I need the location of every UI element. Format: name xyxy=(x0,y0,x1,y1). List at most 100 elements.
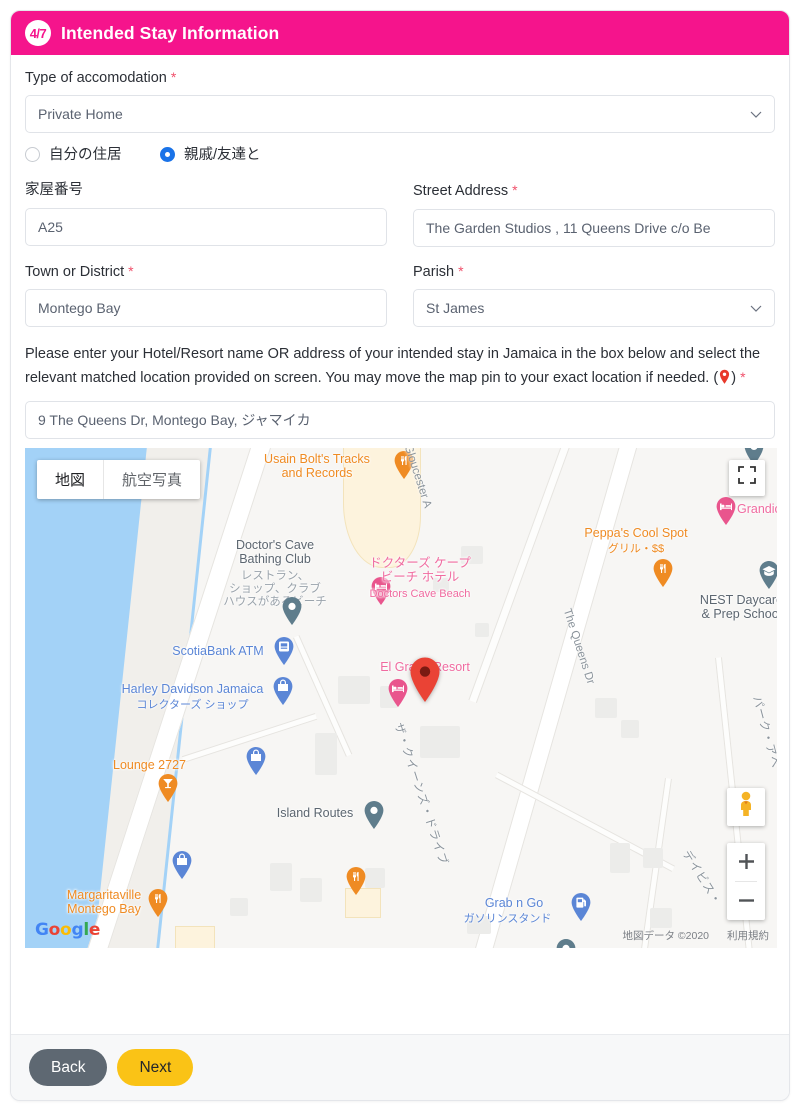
shop-pin-harley[interactable] xyxy=(272,676,294,706)
house-number-value: A25 xyxy=(38,218,63,235)
street-address-group: Street Address * The Garden Studios , 11… xyxy=(413,182,775,247)
street-address-value: The Garden Studios , 11 Queens Drive c/o… xyxy=(426,219,711,236)
map-building xyxy=(621,719,639,738)
stay-with-radio-group: 自分の住居 親戚/友達と xyxy=(25,145,775,166)
map-pin-icon xyxy=(718,369,731,385)
map-building xyxy=(433,577,449,592)
house-number-group: 家屋番号 A25 xyxy=(25,182,387,246)
radio-option-relatives-friends[interactable]: 親戚/友達と xyxy=(160,145,295,166)
restaurant-pin-unnamed-c[interactable] xyxy=(345,866,367,896)
google-logo: Google xyxy=(35,919,101,940)
accommodation-value: Private Home xyxy=(38,106,123,123)
town-label-text: Town or District xyxy=(25,263,125,280)
accommodation-label: Type of accomodation * xyxy=(25,69,775,87)
map-type-switcher: 地図 航空写真 xyxy=(37,459,201,499)
street-address-label: Street Address * xyxy=(413,182,775,200)
map-building xyxy=(300,877,322,902)
parish-label: Parish * xyxy=(413,263,775,281)
parish-label-text: Parish xyxy=(413,263,455,280)
fullscreen-icon xyxy=(738,466,756,489)
town-value: Montego Bay xyxy=(38,300,121,317)
map-instruction-text-after: ) xyxy=(731,370,737,387)
accommodation-label-text: Type of accomodation xyxy=(25,70,167,86)
map-building xyxy=(610,842,630,873)
school-pin-nest[interactable] xyxy=(758,560,777,590)
map-building xyxy=(420,725,460,758)
map-data-attribution: 地図データ ©2020 xyxy=(622,929,709,942)
map-parkland xyxy=(175,925,215,948)
house-number-input[interactable]: A25 xyxy=(25,207,387,246)
parish-group: Parish * St James xyxy=(413,263,775,328)
map-building xyxy=(230,897,248,916)
required-marker: * xyxy=(740,369,746,386)
radio-button-own-residence[interactable] xyxy=(25,147,40,163)
shop-pin-unnamed-b[interactable] xyxy=(171,850,193,880)
zoom-in-button[interactable] xyxy=(727,843,765,881)
atm-pin-scotiabank[interactable] xyxy=(273,636,295,666)
map-type-satellite-button[interactable]: 航空写真 xyxy=(103,459,200,499)
map-building xyxy=(595,697,617,718)
map-building xyxy=(650,907,672,928)
brand-logo-icon: 4/7 xyxy=(25,20,51,46)
brand-logo-text: 4/7 xyxy=(29,25,47,41)
map-building xyxy=(338,675,370,704)
address-row-1: 家屋番号 A25 Street Address * The Garden Stu… xyxy=(25,182,775,247)
street-address-input[interactable]: The Garden Studios , 11 Queens Drive c/o… xyxy=(413,208,775,247)
street-view-pegman-icon xyxy=(735,791,757,822)
map-building xyxy=(365,867,385,888)
gas-pin-grab-n-go[interactable] xyxy=(570,892,592,922)
place-pin-island-routes[interactable] xyxy=(363,800,385,830)
parish-value: St James xyxy=(426,300,485,317)
required-marker: * xyxy=(170,69,177,85)
radio-label-relatives-friends: 親戚/友達と xyxy=(184,147,261,164)
street-view-button[interactable] xyxy=(727,787,765,826)
house-number-label: 家屋番号 xyxy=(25,182,83,199)
map-type-map-button[interactable]: 地図 xyxy=(37,460,103,499)
hotel-pin-grandiosa[interactable] xyxy=(715,496,737,526)
map-building xyxy=(467,915,491,934)
page-title: Intended Stay Information xyxy=(61,22,280,43)
town-label: Town or District * xyxy=(25,263,387,281)
hotel-pin-el-grand[interactable] xyxy=(387,678,409,708)
map-building xyxy=(315,732,337,775)
form-body: Type of accomodation * Private Home 自分の住… xyxy=(11,55,789,948)
accommodation-select[interactable]: Private Home xyxy=(25,95,775,134)
location-search-value: 9 The Queens Dr, Montego Bay, ジャマイカ xyxy=(38,411,311,428)
selected-location-pin[interactable] xyxy=(408,656,442,704)
form-footer: Back Next xyxy=(11,1034,789,1100)
map-building xyxy=(643,847,663,868)
restaurant-pin-peppas[interactable] xyxy=(652,558,674,588)
page-header: 4/7 Intended Stay Information xyxy=(11,11,789,55)
zoom-out-button[interactable] xyxy=(727,882,765,920)
required-marker: * xyxy=(512,182,518,199)
restaurant-pin-margaritaville[interactable] xyxy=(147,888,169,918)
map-canvas[interactable]: Usain Bolt's Tracks and Records Gloucest… xyxy=(25,447,777,948)
required-marker: * xyxy=(458,262,464,279)
restaurant-pin[interactable] xyxy=(393,450,415,480)
place-pin-doctors-cave[interactable] xyxy=(281,596,303,626)
street-address-label-text: Street Address xyxy=(413,183,509,200)
terms-link[interactable]: 利用規約 xyxy=(727,928,769,943)
intended-stay-card: 4/7 Intended Stay Information Type of ac… xyxy=(10,10,790,1101)
chevron-down-icon xyxy=(750,108,762,120)
radio-button-relatives-friends[interactable] xyxy=(160,147,175,163)
map-zoom-controls xyxy=(727,842,765,920)
map-instruction: Please enter your Hotel/Resort name OR a… xyxy=(25,343,775,390)
next-button[interactable]: Next xyxy=(117,1049,194,1086)
address-row-2: Town or District * Montego Bay Parish * … xyxy=(25,263,775,328)
map-building xyxy=(475,622,489,637)
bar-pin-lounge-2727[interactable] xyxy=(157,773,179,803)
fullscreen-button[interactable] xyxy=(729,459,765,496)
radio-option-own-residence[interactable]: 自分の住居 xyxy=(25,145,160,166)
parish-select[interactable]: St James xyxy=(413,289,775,328)
location-search-input[interactable]: 9 The Queens Dr, Montego Bay, ジャマイカ xyxy=(25,400,775,439)
map-instruction-text: Please enter your Hotel/Resort name OR a… xyxy=(25,346,761,387)
place-pin-unnamed-d[interactable] xyxy=(555,938,577,948)
town-input[interactable]: Montego Bay xyxy=(25,289,387,328)
radio-label-own-residence: 自分の住居 xyxy=(49,147,122,164)
hotel-pin-doctors-cave-beach[interactable] xyxy=(370,576,392,606)
map-attribution: 地図データ ©2020 利用規約 xyxy=(622,928,769,943)
town-group: Town or District * Montego Bay xyxy=(25,263,387,328)
shop-pin-unnamed-a[interactable] xyxy=(245,746,267,776)
back-button[interactable]: Back xyxy=(29,1049,108,1086)
